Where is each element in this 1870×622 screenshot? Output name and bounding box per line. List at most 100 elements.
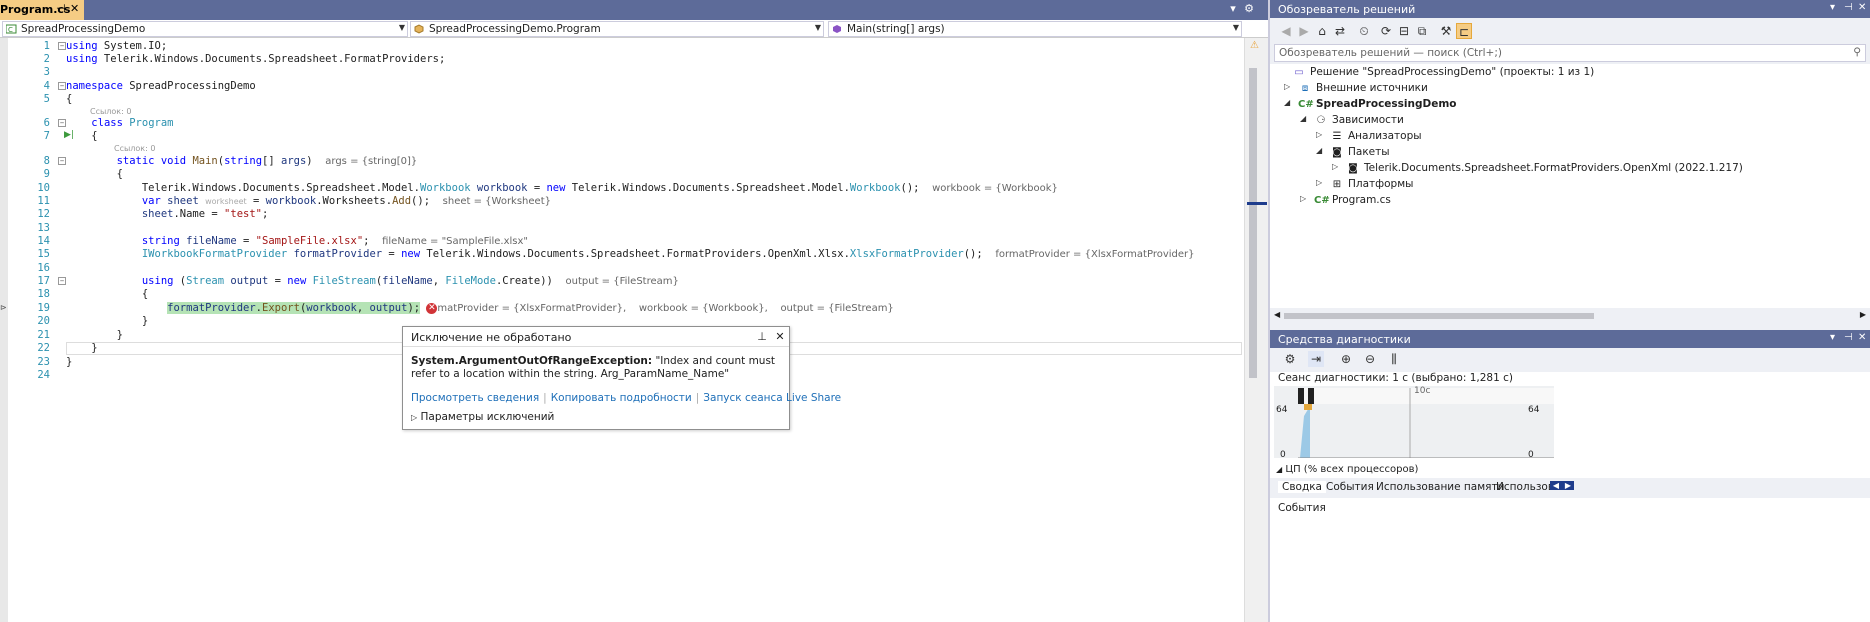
datatip-formatprovider-export[interactable]: matProvider = {XlsxFormatProvider}, (437, 303, 626, 314)
datatip-output[interactable]: output = {FileStream} (566, 276, 679, 287)
show-all-files-icon[interactable]: ⧉ (1414, 23, 1430, 39)
scroll-left-icon[interactable]: ◀ (1274, 310, 1280, 319)
line-number: 24 (37, 369, 50, 381)
tree-arrow-icon[interactable]: ▷ (1316, 178, 1326, 187)
codelens-references[interactable]: Ссылок: 0 (90, 107, 131, 116)
indicator-margin[interactable]: ⊳ (0, 38, 8, 622)
codelens-references[interactable]: Ссылок: 0 (114, 144, 155, 153)
forward-icon[interactable]: ▶ (1296, 23, 1312, 39)
navigation-bar: C SpreadProcessingDemo ▼ SpreadProcessin… (0, 20, 1268, 38)
home-icon[interactable]: ⌂ (1314, 23, 1330, 39)
event-marker (1304, 404, 1312, 410)
datatip-output-export[interactable]: output = {FileStream} (780, 303, 893, 314)
run-icon[interactable]: ▶| (64, 130, 74, 140)
member-combo[interactable]: Main(string[] args) ▼ (828, 21, 1242, 37)
pending-changes-icon[interactable]: ⏲ (1356, 23, 1372, 39)
exception-helper-popup: Исключение не обработано ⊥ ✕ System.Argu… (402, 326, 841, 430)
datatip-formatprovider[interactable]: formatProvider = {XlsxFormatProvider} (995, 249, 1194, 260)
tab-program-cs[interactable]: Program.cs ⊣ ✕ (0, 0, 84, 20)
settings-gear-icon[interactable]: ⚙ (1242, 2, 1256, 15)
solution-search-input[interactable]: Обозреватель решений — поиск (Ctrl+;) ⚲ (1274, 44, 1866, 62)
datatip-workbook-export[interactable]: workbook = {Workbook}, (639, 303, 768, 314)
tree-node-package[interactable]: ▷ ◙ Telerik.Documents.Spreadsheet.FormatPr… (1332, 161, 1870, 177)
tab-memory-usage[interactable]: Использование памяти (1376, 481, 1504, 493)
tree-arrow-icon[interactable]: ◢ (1300, 114, 1310, 123)
cpu-timeline-chart[interactable]: 10с 64 0 (1274, 386, 1554, 460)
view-details-link[interactable]: Просмотреть сведения (411, 392, 539, 404)
exception-settings-label: Параметры исключений (420, 411, 555, 423)
properties-wrench-icon[interactable]: ⚒ (1438, 23, 1454, 39)
tree-arrow-icon[interactable]: ▷ (1300, 194, 1310, 203)
zoom-in-icon[interactable]: ⊕ (1338, 351, 1354, 367)
line-number: 5 (43, 93, 50, 105)
csharp-file-icon: C# (1314, 195, 1330, 206)
reset-view-icon[interactable]: ⫼ (1386, 351, 1402, 367)
code-editor: Program.cs ⊣ ✕ ▾ ⚙ C SpreadProcessingDem… (0, 0, 1268, 622)
exception-settings-expander[interactable]: ▷ Параметры исключений (411, 411, 554, 423)
select-tools-icon[interactable]: ⇥ (1308, 351, 1324, 367)
close-icon[interactable]: ✕ (70, 2, 79, 15)
collapse-all-icon[interactable]: ⊟ (1396, 23, 1412, 39)
close-icon[interactable]: ✕ (1858, 2, 1866, 13)
code-line: 13 (8, 222, 1244, 235)
tree-node-label: SpreadProcessingDemo (1316, 98, 1457, 110)
tab-summary[interactable]: Сводка (1278, 481, 1326, 493)
switch-views-icon[interactable]: ⇄ (1332, 23, 1348, 39)
cpu-section-header[interactable]: ◢ ЦП (% всех процессоров) (1276, 464, 1418, 475)
datatip-sheet[interactable]: sheet = {Worksheet} (443, 196, 551, 207)
type-combo[interactable]: SpreadProcessingDemo.Program ▼ (410, 21, 824, 37)
close-icon[interactable]: ✕ (773, 330, 787, 343)
datatip-args[interactable]: args = {string[0]} (325, 156, 417, 167)
tree-arrow-icon[interactable]: ▷ (1316, 130, 1326, 139)
code-line: 15 IWorkbookFormatProvider formatProvide… (8, 248, 1244, 261)
tree-arrow-icon[interactable]: ▷ (1332, 162, 1342, 171)
pin-icon[interactable]: ⊣ (56, 2, 66, 15)
collapse-icon[interactable]: − (58, 119, 66, 127)
error-icon[interactable]: ✕ (426, 302, 438, 314)
exception-popup-header: Исключение не обработано ⊥ ✕ (403, 327, 789, 347)
tab-cpu-usage[interactable]: Использование ЦП (1496, 481, 1550, 493)
tab-scroll-right-icon[interactable]: ▶ (1562, 481, 1574, 490)
collapse-icon[interactable]: − (58, 82, 66, 90)
selection-start-marker (1298, 388, 1304, 404)
tree-arrow-icon[interactable]: ◢ (1284, 98, 1294, 107)
collapse-icon[interactable]: − (58, 42, 66, 50)
close-icon[interactable]: ✕ (1858, 332, 1866, 343)
sync-icon[interactable]: ⟳ (1378, 23, 1394, 39)
zoom-out-icon[interactable]: ⊖ (1362, 351, 1378, 367)
collapse-icon[interactable]: − (58, 277, 66, 285)
auto-hide-pin-icon[interactable]: ⊣ (1844, 332, 1853, 343)
collapse-icon[interactable]: − (58, 157, 66, 165)
line-number: 10 (37, 182, 50, 194)
preview-selected-icon[interactable]: ⊏ (1456, 23, 1472, 39)
tree-arrow-icon[interactable]: ◢ (1316, 146, 1326, 155)
settings-gear-icon[interactable]: ⚙ (1282, 351, 1298, 367)
scrollbar-thumb[interactable] (1284, 313, 1594, 319)
live-share-link[interactable]: Запуск сеанса Live Share (703, 392, 841, 404)
diagnostics-tabs: Сводка События Использование памяти Испо… (1270, 478, 1870, 498)
datatip-filename[interactable]: fileName = "SampleFile.xlsx" (382, 236, 528, 247)
window-position-icon[interactable]: ▾ (1830, 332, 1835, 343)
auto-hide-pin-icon[interactable]: ⊣ (1844, 2, 1853, 13)
search-icon[interactable]: ⚲ (1853, 46, 1861, 58)
back-icon[interactable]: ◀ (1278, 23, 1294, 39)
editor-vertical-scrollbar[interactable]: ⚠ (1244, 38, 1268, 622)
project-combo[interactable]: C SpreadProcessingDemo ▼ (2, 21, 408, 37)
cpu-usage-area (1300, 406, 1310, 458)
solution-horizontal-scrollbar[interactable]: ◀ ▶ (1274, 310, 1866, 322)
datatip-workbook[interactable]: workbook = {Workbook} (932, 183, 1058, 194)
scrollbar-thumb[interactable] (1249, 68, 1257, 378)
tab-scroll-left-icon[interactable]: ◀ (1550, 481, 1562, 490)
tree-node-label: Пакеты (1348, 146, 1390, 158)
code-line: 12 sheet.Name = "test"; (8, 208, 1244, 221)
window-position-icon[interactable]: ▾ (1830, 2, 1835, 13)
warning-icon[interactable]: ⚠ (1250, 40, 1259, 51)
tab-events[interactable]: События (1326, 481, 1374, 493)
copy-details-link[interactable]: Копировать подробности (551, 392, 692, 404)
search-placeholder: Обозреватель решений — поиск (Ctrl+;) (1279, 47, 1502, 59)
tab-list-dropdown-icon[interactable]: ▾ (1226, 2, 1240, 15)
tree-arrow-icon[interactable]: ▷ (1284, 82, 1294, 91)
line-number: 6 (43, 117, 50, 129)
pin-icon[interactable]: ⊥ (755, 330, 769, 343)
scroll-right-icon[interactable]: ▶ (1860, 310, 1866, 319)
